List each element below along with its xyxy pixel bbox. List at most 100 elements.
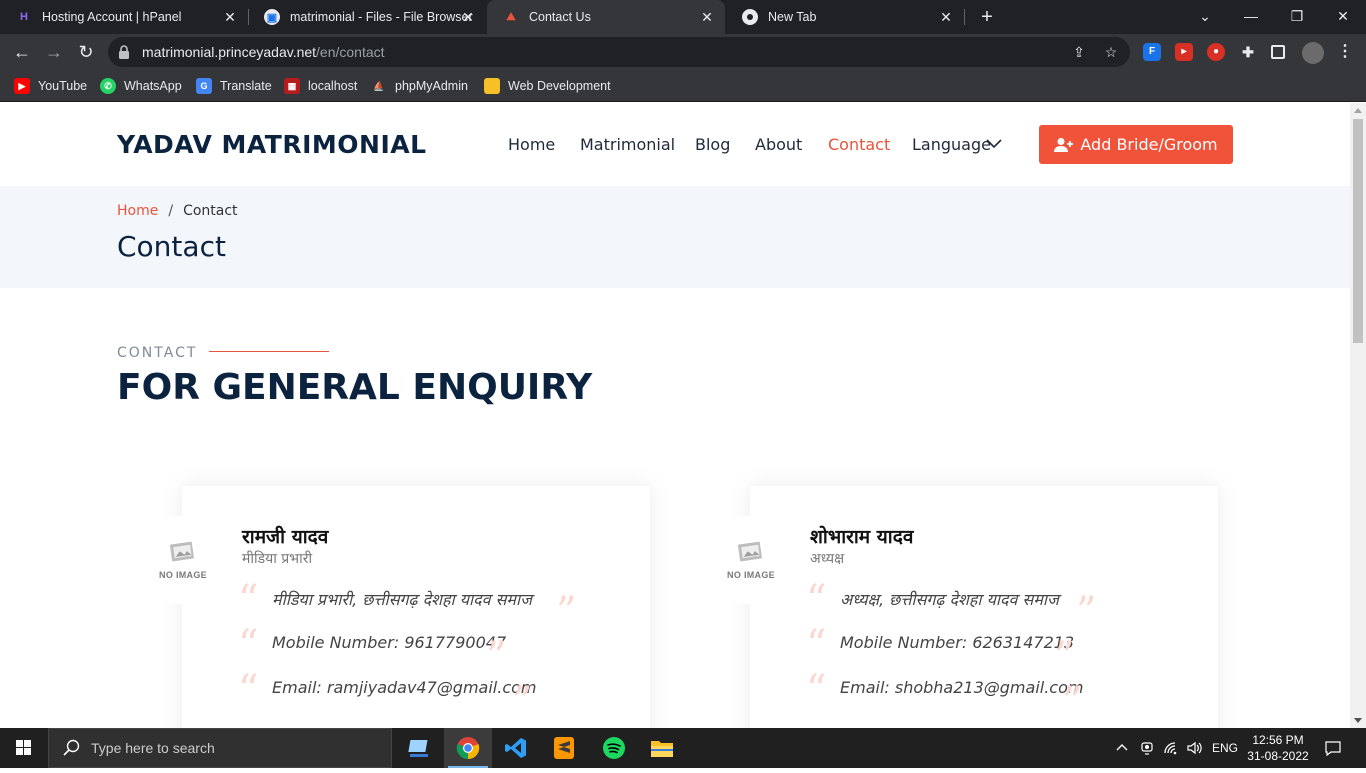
tab-search-chevron-icon[interactable]: ⌄	[1182, 0, 1228, 34]
scroll-down-arrow-icon[interactable]	[1354, 718, 1362, 723]
close-quote-icon: ”	[1076, 589, 1097, 635]
input-language[interactable]: ENG	[1212, 728, 1238, 768]
chevron-down-icon[interactable]	[986, 136, 1002, 150]
windows-logo-icon	[16, 740, 31, 755]
nav-blog[interactable]: Blog	[695, 135, 730, 154]
address-bar[interactable]: matrimonial.princeyadav.net/en/contact ⇪…	[108, 37, 1130, 67]
vscode-app-icon[interactable]	[492, 728, 540, 768]
share-icon[interactable]: ⇪	[1070, 43, 1088, 61]
desktop-icon	[408, 740, 428, 757]
file-explorer-app-icon[interactable]	[638, 728, 686, 768]
webcam-icon	[1141, 742, 1153, 755]
notification-center-icon[interactable]	[1324, 728, 1342, 768]
close-icon[interactable]: ✕	[699, 9, 715, 25]
tab-divider	[964, 9, 965, 25]
page-scrollbar[interactable]	[1350, 103, 1366, 728]
taskbar-search[interactable]: Type here to search	[48, 728, 392, 768]
tab-contact-us[interactable]: ⛰ Contact Us ✕	[487, 0, 725, 34]
bookmarks-bar: ▶ YouTube ✆ WhatsApp G Translate ▦ local…	[0, 70, 1366, 102]
localhost-icon: ▦	[284, 78, 300, 94]
side-panel-icon[interactable]	[1271, 45, 1285, 59]
page-title: Contact	[117, 230, 226, 263]
extensions-puzzle-icon[interactable]: ✚	[1239, 43, 1257, 61]
tab-title: New Tab	[768, 10, 817, 24]
spotify-app-icon[interactable]	[590, 728, 638, 768]
bookmark-translate[interactable]: G Translate	[196, 77, 272, 95]
sublime-app-icon[interactable]	[540, 728, 588, 768]
chrome-icon	[742, 9, 758, 25]
tray-overflow-chevron-icon[interactable]	[1114, 728, 1130, 768]
close-window-button[interactable]: ✕	[1320, 0, 1366, 34]
open-quote-icon: “	[238, 622, 259, 668]
breadcrumb-home[interactable]: Home	[117, 203, 158, 219]
meet-now-icon[interactable]	[1139, 728, 1155, 768]
back-arrow-icon[interactable]: ←	[10, 41, 34, 63]
close-icon[interactable]: ✕	[460, 9, 476, 25]
scrollbar-thumb[interactable]	[1353, 119, 1363, 343]
clock-date: 31-08-2022	[1247, 749, 1309, 763]
new-tab-button[interactable]: +	[976, 6, 998, 28]
bookmark-localhost[interactable]: ▦ localhost	[284, 77, 357, 95]
contact-email[interactable]: Email: shobha213@gmail.com	[840, 678, 1083, 697]
bookmark-youtube[interactable]: ▶ YouTube	[14, 77, 87, 95]
restore-button[interactable]: ❐	[1274, 0, 1320, 34]
network-icon	[1164, 742, 1177, 755]
translate-icon: G	[196, 78, 212, 94]
add-user-icon	[1054, 137, 1074, 152]
url-path: /en/contact	[316, 44, 385, 60]
chrome-app-icon[interactable]	[444, 728, 492, 768]
start-button[interactable]	[0, 728, 48, 768]
file-browser-icon: ▣	[264, 9, 280, 25]
search-icon	[63, 739, 80, 756]
close-quote-icon: ”	[486, 634, 507, 680]
contact-name: शोभाराम यादव	[810, 526, 914, 548]
close-quote-icon: ”	[1062, 679, 1083, 725]
site-header: YADAV MATRIMONIAL Home Matrimonial Blog …	[0, 103, 1350, 186]
close-icon[interactable]: ✕	[222, 9, 238, 25]
site-brand[interactable]: YADAV MATRIMONIAL	[117, 130, 427, 159]
contact-email[interactable]: Email: ramjiyadav47@gmail.com	[272, 678, 536, 697]
nav-contact[interactable]: Contact	[828, 135, 890, 154]
contact-name: रामजी यादव	[242, 526, 329, 548]
bookmark-web-development[interactable]: Web Development	[484, 77, 611, 95]
forward-arrow-icon[interactable]: →	[42, 41, 66, 63]
profile-avatar[interactable]	[1302, 42, 1324, 64]
add-bride-groom-button[interactable]: Add Bride/Groom	[1039, 125, 1233, 164]
nav-matrimonial[interactable]: Matrimonial	[580, 135, 675, 154]
adblock-extension-icon[interactable]: ●	[1207, 43, 1225, 61]
minimize-button[interactable]: —	[1228, 0, 1274, 34]
contact-designation: मीडिया प्रभारी, छत्तीसगढ़ देशहा यादव समा…	[272, 590, 533, 609]
scroll-up-arrow-icon[interactable]	[1354, 108, 1362, 113]
youtube-icon: ▶	[14, 78, 30, 94]
menu-kebab-icon[interactable]: ⋮	[1336, 43, 1354, 61]
add-bride-groom-label: Add Bride/Groom	[1080, 135, 1218, 154]
site-logo-icon: ⛰	[506, 10, 516, 23]
close-quote-icon: ”	[1054, 634, 1075, 680]
section-title: FOR GENERAL ENQUIRY	[117, 367, 593, 408]
tab-new-tab[interactable]: New Tab ✕	[726, 0, 965, 34]
tab-file-browser[interactable]: ▣ matrimonial - Files - File Browser ✕	[248, 0, 486, 34]
bookmark-whatsapp[interactable]: ✆ WhatsApp	[100, 77, 182, 95]
open-quote-icon: “	[238, 667, 259, 713]
open-quote-icon: “	[238, 577, 259, 623]
volume-icon[interactable]	[1186, 728, 1204, 768]
tab-hpanel[interactable]: H Hosting Account | hPanel ✕	[0, 0, 249, 34]
bookmark-phpmyadmin[interactable]: ⛵ phpMyAdmin	[371, 77, 468, 95]
task-view-app-icon[interactable]	[396, 728, 444, 768]
nav-language[interactable]: Language	[912, 135, 991, 154]
wifi-icon[interactable]	[1163, 728, 1181, 768]
browser-toolbar: ← → ↻ matrimonial.princeyadav.net/en/con…	[0, 34, 1366, 70]
system-clock[interactable]: 12:56 PM 31-08-2022	[1244, 732, 1312, 764]
fontinfo-extension-icon[interactable]: F	[1143, 43, 1161, 61]
nav-about[interactable]: About	[755, 135, 802, 154]
nav-home[interactable]: Home	[508, 135, 555, 154]
open-quote-icon: “	[806, 667, 827, 713]
close-icon[interactable]: ✕	[938, 9, 954, 25]
bookmark-star-icon[interactable]: ☆	[1102, 43, 1120, 61]
spotify-logo-icon	[603, 737, 625, 759]
no-image-label: NO IMAGE	[727, 570, 775, 580]
video-extension-icon[interactable]: ▸	[1175, 43, 1193, 61]
tab-strip: H Hosting Account | hPanel ✕ ▣ matrimoni…	[0, 0, 1366, 34]
reload-icon[interactable]: ↻	[74, 41, 98, 63]
bookmark-label: phpMyAdmin	[395, 79, 468, 93]
